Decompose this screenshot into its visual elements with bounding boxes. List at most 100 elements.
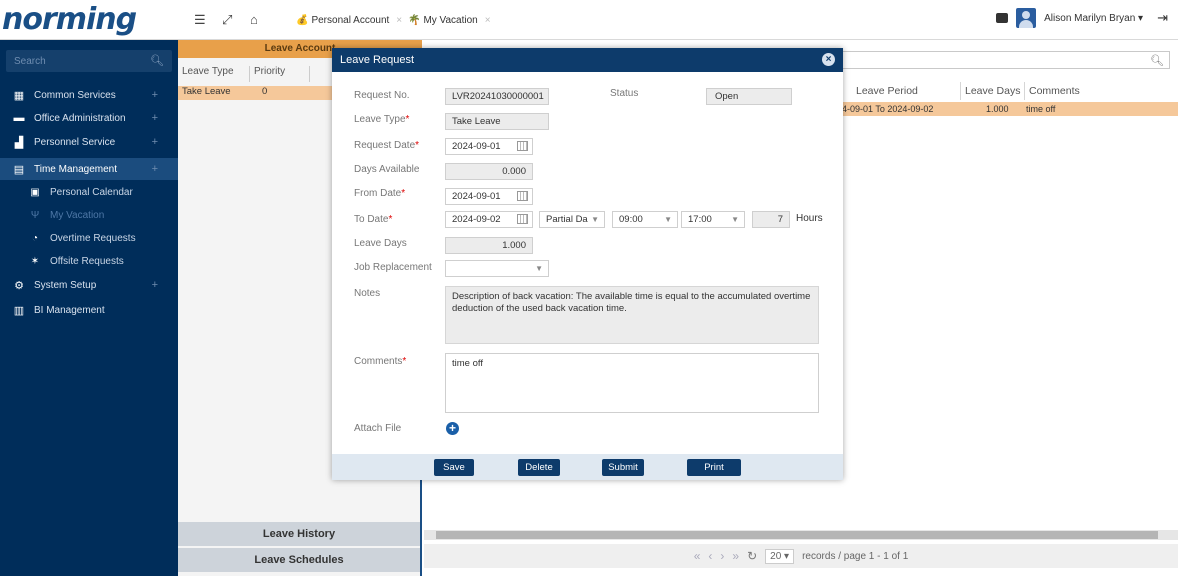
- expand-icon[interactable]: +: [152, 136, 158, 148]
- required-marker: *: [388, 214, 393, 225]
- required-marker: *: [401, 188, 406, 199]
- prev-page-icon[interactable]: ‹: [708, 549, 712, 563]
- grid-icon: ▦: [13, 89, 25, 102]
- sidebar-item-bi-management[interactable]: ▥ BI Management: [0, 299, 178, 321]
- message-icon[interactable]: [996, 13, 1009, 23]
- search-input[interactable]: 🔍︎: [840, 51, 1170, 69]
- home-icon[interactable]: ⌂: [250, 12, 258, 27]
- request-date-field[interactable]: 2024-09-01: [445, 138, 533, 155]
- scrollbar-thumb[interactable]: [436, 531, 1158, 539]
- close-tab-icon[interactable]: ×: [485, 15, 491, 26]
- partial-day-value: Partial Da: [546, 214, 588, 225]
- save-button[interactable]: Save: [434, 459, 474, 476]
- app-logo: norming: [2, 2, 137, 37]
- tab-leave-schedules[interactable]: Leave Schedules: [178, 548, 420, 572]
- leave-type-field: Take Leave: [445, 113, 549, 130]
- page-size-value: 20: [770, 550, 782, 562]
- delete-button[interactable]: Delete: [518, 459, 560, 476]
- sidebar-item-offsite-requests[interactable]: ✶ Offsite Requests: [0, 250, 178, 272]
- first-page-icon[interactable]: «: [694, 549, 701, 563]
- calendar-icon[interactable]: [517, 141, 528, 151]
- leave-request-dialog: Leave Request × Request No. LVR202410300…: [332, 48, 843, 480]
- label-text: From Date: [354, 188, 402, 199]
- start-time-value: 09:00: [619, 214, 643, 225]
- page-size-select[interactable]: 20 ▾: [765, 548, 795, 564]
- label-text: To Date: [354, 214, 389, 225]
- expand-icon[interactable]: +: [152, 279, 158, 291]
- comments-textarea[interactable]: time off: [445, 353, 819, 413]
- submit-button[interactable]: Submit: [602, 459, 644, 476]
- column-header[interactable]: Leave Period: [844, 82, 960, 100]
- start-time-select[interactable]: 09:00 ▼: [612, 211, 678, 228]
- sidebar-item-personnel-service[interactable]: ▟ Personnel Service +: [0, 131, 178, 153]
- pager: « ‹ › » ↻ 20 ▾ records / page 1 - 1 of 1: [424, 544, 1178, 568]
- sidebar-item-system-setup[interactable]: ⚙ System Setup +: [0, 274, 178, 296]
- tab-leave-history[interactable]: Leave History: [178, 522, 420, 546]
- from-date-field[interactable]: 2024-09-01: [445, 188, 533, 205]
- notes-text: Description of back vacation: The availa…: [445, 286, 819, 344]
- report-icon: ▥: [13, 304, 25, 317]
- user-menu[interactable]: Alison Marilyn Bryan ▾: [1044, 13, 1143, 24]
- column-header[interactable]: Priority: [250, 66, 310, 82]
- search-icon[interactable]: 🔍︎: [150, 54, 164, 67]
- required-marker: *: [415, 140, 420, 151]
- label-to-date: To Date*: [354, 214, 392, 225]
- menu-list-icon[interactable]: ☰: [194, 12, 206, 28]
- cell-comments: time off: [1026, 104, 1056, 114]
- refresh-icon[interactable]: ↻: [747, 549, 757, 563]
- chevron-down-icon: ▼: [591, 215, 599, 224]
- from-date-value: 2024-09-01: [452, 191, 501, 202]
- expand-icon[interactable]: +: [152, 112, 158, 124]
- sidebar-item-my-vacation[interactable]: Ψ My Vacation: [0, 204, 178, 226]
- collapse-icon[interactable]: +: [152, 163, 158, 175]
- avatar[interactable]: [1016, 8, 1037, 28]
- tab-personal-account[interactable]: 💰 Personal Account ×: [296, 12, 402, 28]
- calendar-icon[interactable]: [517, 214, 528, 224]
- sidebar-item-label: Offsite Requests: [50, 255, 124, 267]
- horizontal-scrollbar[interactable]: [424, 530, 1178, 540]
- dialog-title: Leave Request: [332, 48, 843, 72]
- sidebar-item-office-administration[interactable]: ▬ Office Administration +: [0, 107, 178, 129]
- money-bag-icon: 💰: [296, 14, 309, 26]
- search-icon[interactable]: 🔍︎: [1150, 54, 1164, 67]
- label-days-available: Days Available: [354, 164, 420, 175]
- next-page-icon[interactable]: ›: [720, 549, 724, 563]
- close-icon[interactable]: ×: [822, 53, 835, 66]
- sidebar-item-label: My Vacation: [50, 209, 105, 221]
- partial-day-select[interactable]: Partial Da ▼: [539, 211, 605, 228]
- sidebar-item-label: Time Management: [34, 163, 117, 175]
- calendar-icon[interactable]: [517, 191, 528, 201]
- expand-icon[interactable]: +: [152, 89, 158, 101]
- label-attach-file: Attach File: [354, 423, 402, 434]
- table-row[interactable]: 4-09-01 To 2024-09-02 1.000 time off: [842, 102, 1178, 116]
- required-marker: *: [405, 114, 410, 125]
- end-time-select[interactable]: 17:00 ▼: [681, 211, 745, 228]
- sidebar-item-label: Common Services: [34, 89, 116, 101]
- cell-leave-period: 4-09-01 To 2024-09-02: [842, 104, 934, 114]
- print-button[interactable]: Print: [687, 459, 741, 476]
- to-date-field[interactable]: 2024-09-02: [445, 211, 533, 228]
- to-date-value: 2024-09-02: [452, 214, 501, 225]
- label-request-date: Request Date*: [354, 140, 419, 151]
- sidebar-search-input[interactable]: Search 🔍︎: [6, 50, 172, 72]
- label-status: Status: [610, 88, 639, 99]
- sidebar: Search 🔍︎ ▦ Common Services + ▬ Office A…: [0, 40, 178, 576]
- sidebar-item-label: BI Management: [34, 304, 105, 316]
- column-header[interactable]: Comments: [1024, 82, 1174, 100]
- logout-icon[interactable]: ⇥: [1157, 10, 1168, 26]
- column-header[interactable]: Leave Days: [960, 82, 1024, 100]
- sidebar-item-personal-calendar[interactable]: ▣ Personal Calendar: [0, 181, 178, 203]
- sidebar-item-common-services[interactable]: ▦ Common Services +: [0, 84, 178, 106]
- sidebar-item-label: Overtime Requests: [50, 232, 136, 244]
- close-tab-icon[interactable]: ×: [396, 15, 402, 26]
- add-attachment-icon[interactable]: +: [446, 422, 459, 435]
- tab-my-vacation[interactable]: 🌴 My Vacation ×: [408, 12, 491, 28]
- sidebar-item-overtime-requests[interactable]: ◔ Overtime Requests: [0, 227, 178, 249]
- column-header[interactable]: Leave Type: [178, 66, 250, 82]
- last-page-icon[interactable]: »: [732, 549, 739, 563]
- sidebar-item-label: Personnel Service: [34, 136, 116, 148]
- days-available-field: 0.000: [445, 163, 533, 180]
- job-replacement-select[interactable]: ▼: [445, 260, 549, 277]
- fullscreen-icon[interactable]: ⤢: [222, 12, 232, 28]
- sidebar-item-time-management[interactable]: ▤ Time Management +: [0, 158, 178, 180]
